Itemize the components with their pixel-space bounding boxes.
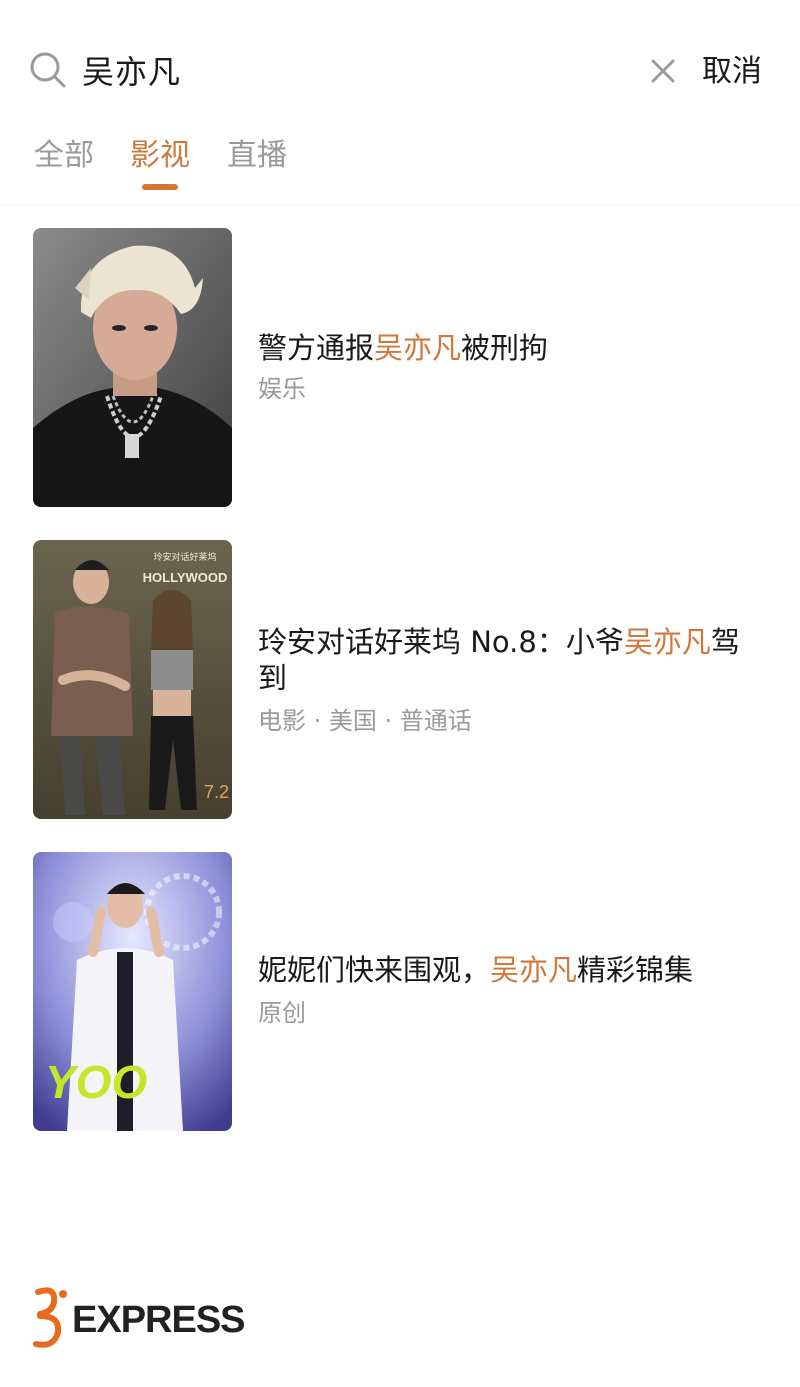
poster-thumbnail: 玲安对话好莱坞 HOLLYWOOD 7.2 xyxy=(33,540,232,819)
result-meta: 电影 · 美国 · 普通话 xyxy=(258,707,472,735)
tab-video[interactable]: 影视 xyxy=(130,136,190,176)
search-bar: 吴亦凡 取消 xyxy=(0,0,800,128)
category-tabs: 全部 影视 直播 xyxy=(0,128,800,205)
result-item[interactable]: 警方通报吴亦凡被刑拘 娱乐 xyxy=(0,228,800,508)
result-title[interactable]: 玲安对话好莱坞 No.8：小爷吴亦凡驾到 xyxy=(258,624,758,696)
search-icon xyxy=(30,52,66,88)
poster-thumbnail: YOO xyxy=(33,852,232,1131)
title-text: 精彩锦集 xyxy=(577,953,694,987)
active-tab-indicator xyxy=(142,184,178,190)
poster-date-text: 7.2 xyxy=(204,782,229,802)
title-highlight: 吴亦凡 xyxy=(623,625,711,659)
title-text: 被刑拘 xyxy=(461,331,549,365)
result-meta: 娱乐 xyxy=(258,375,306,403)
watermark: EXPRESS xyxy=(30,1286,250,1356)
poster-thumbnail xyxy=(33,228,232,507)
result-title[interactable]: 妮妮们快来围观，吴亦凡精彩锦集 xyxy=(258,952,758,988)
poster-brand-text: HOLLYWOOD xyxy=(143,570,228,585)
result-item[interactable]: 玲安对话好莱坞 HOLLYWOOD 7.2 玲安对话好莱坞 No.8：小爷吴亦凡… xyxy=(0,540,800,820)
result-title[interactable]: 警方通报吴亦凡被刑拘 xyxy=(258,330,758,366)
svg-text:玲安对话好莱坞: 玲安对话好莱坞 xyxy=(153,551,216,563)
title-text: 妮妮们快来围观， xyxy=(258,953,491,987)
watermark-text: EXPRESS xyxy=(72,1299,246,1341)
search-input[interactable]: 吴亦凡 xyxy=(82,52,181,92)
result-item[interactable]: YOO 妮妮们快来围观，吴亦凡精彩锦集 原创 xyxy=(0,852,800,1132)
title-text: 警方通报 xyxy=(258,331,375,365)
clear-icon[interactable] xyxy=(650,58,676,84)
result-meta: 原创 xyxy=(258,999,306,1027)
title-highlight: 吴亦凡 xyxy=(490,953,578,987)
title-text: 玲安对话好莱坞 No.8：小爷 xyxy=(258,625,624,659)
tab-live[interactable]: 直播 xyxy=(227,136,287,176)
poster-brand-text: YOO xyxy=(45,1056,147,1108)
tab-all[interactable]: 全部 xyxy=(34,136,94,176)
cancel-button[interactable]: 取消 xyxy=(702,52,762,92)
title-highlight: 吴亦凡 xyxy=(374,331,462,365)
express-logo-icon xyxy=(33,1287,67,1348)
